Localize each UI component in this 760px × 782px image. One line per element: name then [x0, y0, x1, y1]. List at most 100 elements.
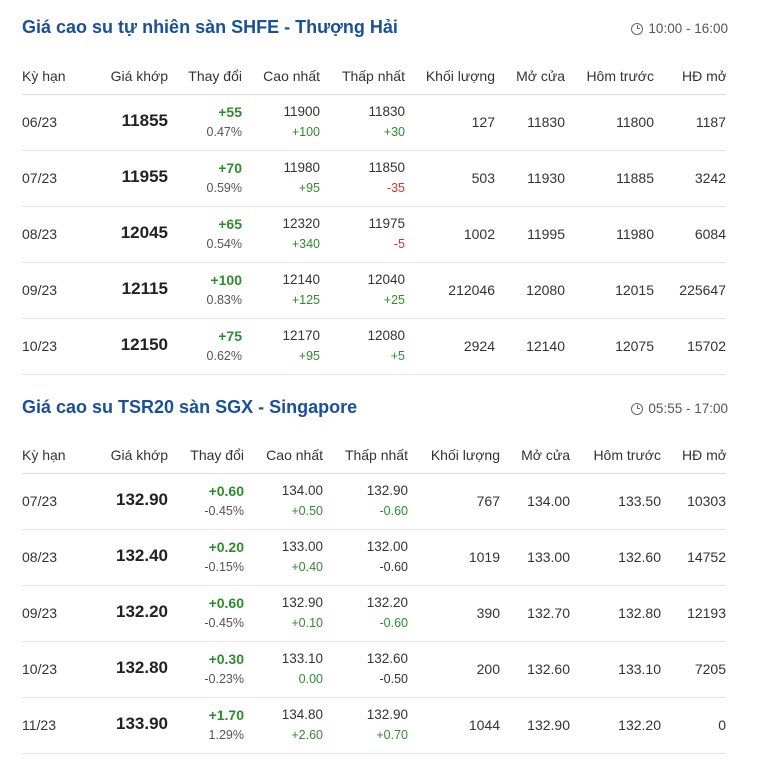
- col-low: Thấp nhất: [344, 447, 408, 463]
- term-cell: 08/23: [22, 226, 58, 242]
- volume-cell: 1044: [468, 717, 500, 733]
- prev-close-cell: 11800: [616, 114, 654, 130]
- high-change-cell: +125: [291, 293, 320, 307]
- col-term: Kỳ hạn: [22, 68, 66, 84]
- section-header: Giá cao su TSR20 sàn SGX - Singapore 05:…: [0, 375, 760, 435]
- open-interest-cell: 7205: [694, 661, 726, 677]
- change-cell: +100: [210, 272, 242, 288]
- price-cell: 133.90: [116, 714, 168, 733]
- table-row: 10/23 12150 +75 0.62% 12170 +95 12080 +5 2924 121…: [22, 319, 726, 375]
- volume-cell: 390: [476, 605, 500, 621]
- low-cell: 11830: [368, 104, 405, 119]
- term-cell: 09/23: [22, 605, 58, 621]
- table-row: 07/23 132.90 +0.60 -0.45% 134.00 +0.50 132.90 -…: [22, 474, 726, 530]
- high-cell: 11980: [283, 160, 320, 175]
- table-header: Kỳ hạn Giá khớp Thay đổi Cao nhất Thấp n…: [22, 56, 726, 95]
- high-change-cell: +95: [298, 349, 320, 363]
- change-percent-cell: 0.62%: [206, 349, 242, 363]
- trading-hours: 05:55 - 17:00: [631, 401, 728, 416]
- table-row: 11/23 133.90 +1.70 1.29% 134.80 +2.60 132.90 +0…: [22, 698, 726, 754]
- low-change-cell: -0.50: [379, 672, 409, 686]
- low-cell: 11850: [368, 160, 405, 175]
- high-cell: 133.00: [281, 539, 323, 554]
- high-cell: 12140: [282, 272, 320, 287]
- volume-cell: 2924: [463, 338, 495, 354]
- change-cell: +75: [218, 328, 242, 344]
- high-cell: 12320: [282, 216, 320, 231]
- clock-icon: [631, 22, 644, 35]
- volume-cell: 767: [476, 493, 500, 509]
- trading-hours-text: 10:00 - 16:00: [648, 21, 728, 36]
- open-cell: 12080: [526, 282, 565, 298]
- high-cell: 11900: [283, 104, 320, 119]
- volume-cell: 212046: [448, 282, 495, 298]
- open-interest-cell: 3242: [694, 170, 726, 186]
- section-title: Giá cao su tự nhiên sàn SHFE - Thượng Hả…: [22, 17, 398, 37]
- open-cell: 133.00: [527, 549, 570, 565]
- low-cell: 132.20: [366, 595, 408, 610]
- high-change-cell: +0.10: [291, 616, 323, 630]
- price-cell: 11855: [121, 111, 168, 130]
- col-open: Mở cửa: [521, 447, 570, 463]
- low-cell: 11975: [368, 216, 405, 231]
- change-percent-cell: -0.15%: [204, 560, 244, 574]
- high-change-cell: +100: [291, 125, 320, 139]
- shfe-section: Giá cao su tự nhiên sàn SHFE - Thượng Hả…: [0, 0, 760, 375]
- price-table: Kỳ hạn Giá khớp Thay đổi Cao nhất Thấp n…: [22, 56, 726, 375]
- low-change-cell: -0.60: [379, 616, 409, 630]
- low-change-cell: -35: [386, 181, 405, 195]
- high-cell: 12170: [282, 328, 320, 343]
- term-cell: 10/23: [22, 661, 58, 677]
- low-change-cell: -0.60: [379, 560, 409, 574]
- low-cell: 12080: [367, 328, 405, 343]
- table-header: Kỳ hạn Giá khớp Thay đổi Cao nhất Thấp n…: [22, 435, 726, 474]
- table-row: 06/23 11855 +55 0.47% 11900 +100 11830 +30 127 11…: [22, 95, 726, 151]
- price-cell: 12150: [120, 335, 168, 354]
- change-cell: +0.20: [208, 539, 244, 555]
- low-change-cell: +0.70: [376, 728, 408, 742]
- term-cell: 11/23: [22, 717, 56, 733]
- low-change-cell: +30: [383, 125, 405, 139]
- high-change-cell: +0.50: [291, 504, 323, 518]
- col-oi: HĐ mở: [682, 68, 726, 84]
- trading-hours-text: 05:55 - 17:00: [648, 401, 728, 416]
- price-table: Kỳ hạn Giá khớp Thay đổi Cao nhất Thấp n…: [22, 435, 726, 754]
- open-interest-cell: 15702: [687, 338, 726, 354]
- volume-cell: 200: [476, 661, 500, 677]
- trading-hours: 10:00 - 16:00: [631, 21, 728, 36]
- table-body: 07/23 132.90 +0.60 -0.45% 134.00 +0.50 132.90 -…: [22, 474, 726, 754]
- change-percent-cell: -0.45%: [204, 504, 244, 518]
- low-change-cell: -0.60: [379, 504, 409, 518]
- col-volume: Khối lượng: [425, 68, 495, 84]
- low-change-cell: +25: [383, 293, 405, 307]
- price-cell: 132.40: [116, 546, 168, 565]
- volume-cell: 127: [471, 114, 495, 130]
- col-oi: HĐ mở: [682, 447, 726, 463]
- open-interest-cell: 6084: [694, 226, 726, 242]
- change-percent-cell: -0.23%: [204, 672, 244, 686]
- table-row: 10/23 132.80 +0.30 -0.23% 133.10 0.00 132.60 -0…: [22, 642, 726, 698]
- change-percent-cell: 0.54%: [206, 237, 242, 251]
- term-cell: 09/23: [22, 282, 58, 298]
- change-percent-cell: -0.45%: [204, 616, 244, 630]
- open-cell: 132.90: [527, 717, 570, 733]
- prev-close-cell: 132.60: [618, 549, 661, 565]
- open-interest-cell: 10303: [687, 493, 726, 509]
- sgx-section: Giá cao su TSR20 sàn SGX - Singapore 05:…: [0, 375, 760, 754]
- open-cell: 12140: [526, 338, 565, 354]
- open-cell: 11995: [527, 226, 565, 242]
- high-cell: 134.80: [281, 707, 323, 722]
- high-change-cell: 0.00: [298, 672, 323, 686]
- low-cell: 132.90: [366, 707, 408, 722]
- low-change-cell: -5: [393, 237, 405, 251]
- table-row: 07/23 11955 +70 0.59% 11980 +95 11850 -35 503 119…: [22, 151, 726, 207]
- table-row: 08/23 132.40 +0.20 -0.15% 133.00 +0.40 132.00 -…: [22, 530, 726, 586]
- table-body: 06/23 11855 +55 0.47% 11900 +100 11830 +30 127 11…: [22, 95, 726, 375]
- high-change-cell: +95: [298, 181, 320, 195]
- prev-close-cell: 132.20: [618, 717, 661, 733]
- volume-cell: 1002: [463, 226, 495, 242]
- col-price: Giá khớp: [110, 447, 168, 463]
- col-open: Mở cửa: [516, 68, 565, 84]
- open-cell: 132.70: [527, 605, 570, 621]
- prev-close-cell: 132.80: [618, 605, 661, 621]
